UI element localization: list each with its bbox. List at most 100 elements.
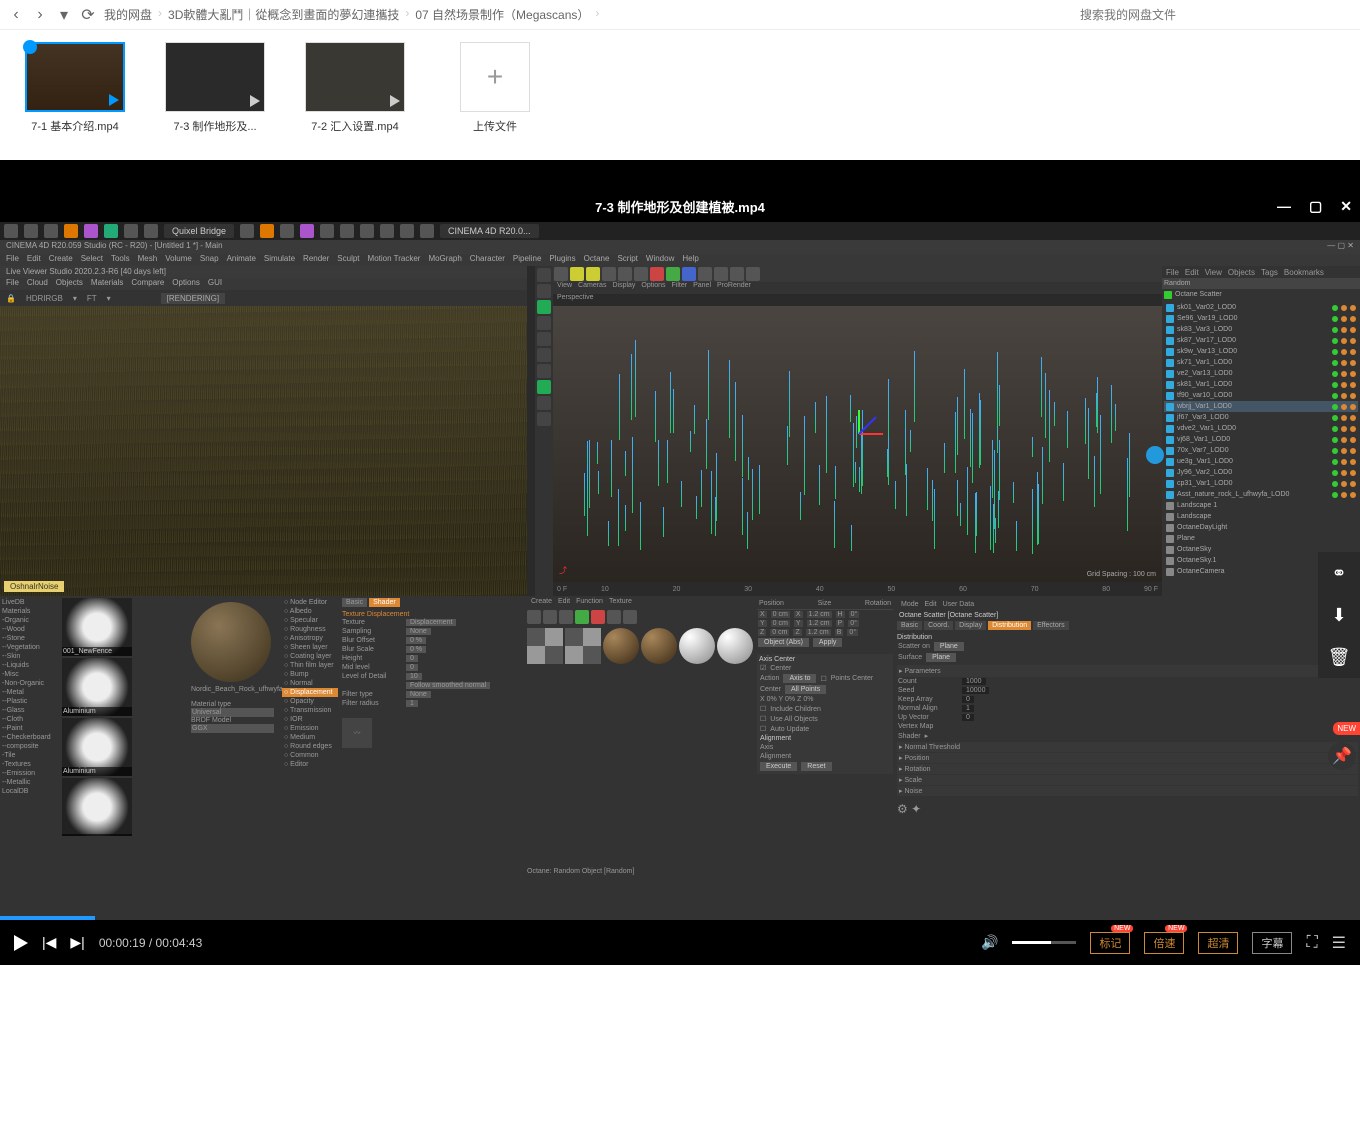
c3d-btn[interactable] [634, 267, 648, 281]
tb-icon[interactable] [380, 224, 394, 238]
menu-item[interactable]: MoGraph [428, 254, 461, 266]
nav-dropdown[interactable]: ▾ [56, 7, 72, 23]
c3d-btn[interactable] [554, 267, 568, 281]
lib-tree-item[interactable]: Materials [2, 607, 58, 616]
nav-back[interactable]: ‹ [8, 7, 24, 23]
lib-tree-item[interactable]: --Checkerboard [2, 733, 58, 742]
file-card[interactable]: 7-2 汇入设置.mp4 [300, 42, 410, 148]
menu-item[interactable]: Volume [165, 254, 192, 266]
object-item[interactable]: sk87_Var17_LOD0 [1164, 335, 1358, 346]
object-item[interactable]: ue3g_Var1_LOD0 [1164, 456, 1358, 467]
tb-icon[interactable] [124, 224, 138, 238]
obj-random[interactable]: Random [1164, 280, 1190, 287]
object-item[interactable]: sk81_Var1_LOD0 [1164, 379, 1358, 390]
execute-button[interactable]: Execute [760, 762, 797, 771]
reset-button[interactable]: Reset [801, 762, 831, 771]
tb-icon[interactable] [340, 224, 354, 238]
lib-thumb[interactable] [62, 778, 132, 836]
render-viewport[interactable]: OshnalrNoise [0, 306, 527, 596]
menu-item[interactable]: Help [682, 254, 698, 266]
axis-center-sel[interactable]: All Points [785, 685, 826, 694]
delete-button[interactable]: 🗑 [1318, 636, 1360, 678]
sc-btn[interactable] [527, 610, 541, 624]
menu-item[interactable]: Texture [609, 598, 632, 610]
tool-btn[interactable] [537, 380, 551, 394]
lib-tree-item[interactable]: -Non-Organic [2, 679, 58, 688]
close-button[interactable]: ✕ [1340, 198, 1352, 215]
object-mode[interactable]: Object (Abs) [758, 638, 809, 647]
c3d-btn[interactable] [618, 267, 632, 281]
tb-icon[interactable] [300, 224, 314, 238]
lib-tree-item[interactable]: -Tile [2, 751, 58, 760]
volume-slider[interactable] [1012, 941, 1076, 944]
menu-item[interactable]: Bookmarks [1284, 268, 1324, 277]
scatter-on[interactable]: Plane [934, 642, 964, 651]
mat-tree-item[interactable]: ○ Emission [282, 724, 338, 733]
tool-btn[interactable] [537, 316, 551, 330]
sc-btn[interactable] [543, 610, 557, 624]
object-item[interactable]: sk01_Var02_LOD0 [1164, 302, 1358, 313]
sc-group[interactable]: ▸ Normal Threshold [897, 742, 1358, 752]
next-button[interactable]: ▶| [70, 934, 84, 951]
menu-item[interactable]: Simulate [264, 254, 295, 266]
file-card[interactable]: 7-1 基本介绍.mp4 [20, 42, 130, 148]
menu-item[interactable]: Materials [91, 278, 123, 290]
menu-item[interactable]: Edit [558, 598, 570, 610]
object-item[interactable]: Landscape [1164, 511, 1358, 522]
menu-item[interactable]: Objects [56, 278, 83, 290]
file-card[interactable]: 7-3 制作地形及... [160, 42, 270, 148]
mat-tree-item[interactable]: ○ Albedo [282, 607, 338, 616]
mat-slot[interactable] [565, 628, 601, 664]
menu-item[interactable]: Mode [901, 601, 919, 608]
lib-tree[interactable]: LiveDBMaterials-Organic--Wood--Stone--Ve… [0, 596, 60, 916]
play-button[interactable] [14, 935, 28, 951]
share-button[interactable]: ⚭ [1318, 552, 1360, 594]
menu-item[interactable]: GUI [208, 278, 222, 290]
menu-item[interactable]: Create [49, 254, 73, 266]
c3d-btn[interactable] [570, 267, 584, 281]
c3d-btn[interactable] [746, 267, 760, 281]
tool-btn[interactable] [537, 396, 551, 410]
menu-item[interactable]: Options [641, 282, 665, 294]
mat-slot[interactable] [679, 628, 715, 664]
menu-item[interactable]: Options [172, 278, 200, 290]
video-progress[interactable] [0, 916, 1360, 920]
lib-tree-item[interactable]: LocalDB [2, 787, 58, 796]
taskbar-app[interactable]: CINEMA 4D R20.0... [440, 224, 539, 238]
mark-button[interactable]: 标记NEW [1090, 932, 1130, 954]
noise-chip[interactable]: OshnalrNoise [4, 581, 64, 592]
menu-item[interactable]: Cameras [578, 282, 606, 294]
apply-button[interactable]: Apply [813, 638, 843, 647]
ft-label[interactable]: FT [87, 294, 97, 303]
mat-tree-item[interactable]: ○ Round edges [282, 742, 338, 751]
object-item[interactable]: ve2_Var13_LOD0 [1164, 368, 1358, 379]
menu-item[interactable]: View [1205, 268, 1222, 277]
object-item[interactable]: vdve2_Var1_LOD0 [1164, 423, 1358, 434]
object-item[interactable]: vj68_Var1_LOD0 [1164, 434, 1358, 445]
axis-action[interactable]: Axis to [783, 674, 816, 683]
menu-item[interactable]: Mesh [138, 254, 158, 266]
mat-tree-item[interactable]: ○ Displacement [282, 688, 338, 697]
sc-btn[interactable] [607, 610, 621, 624]
mat-tree-item[interactable]: ○ Coating layer [282, 652, 338, 661]
mat-tree-item[interactable]: ○ Sheen layer [282, 643, 338, 652]
sc-tab[interactable]: Effectors [1033, 621, 1069, 630]
taskbar-app[interactable]: Quixel Bridge [164, 224, 234, 238]
breadcrumb-item[interactable]: 3D軟體大亂鬥｜從概念到畫面的夢幻連攜技 [168, 6, 399, 23]
menu-item[interactable]: User Data [943, 601, 975, 608]
sc-tab[interactable]: Display [955, 621, 986, 630]
tool-btn[interactable] [537, 268, 551, 282]
minimize-button[interactable]: — [1277, 198, 1291, 215]
menu-item[interactable]: File [6, 254, 19, 266]
menu-item[interactable]: Motion Tracker [368, 254, 421, 266]
c3d-btn[interactable] [730, 267, 744, 281]
prev-button[interactable]: |◀ [42, 934, 56, 951]
lib-tree-item[interactable]: --composite [2, 742, 58, 751]
playlist-button[interactable]: ☰ [1332, 933, 1346, 953]
volume-icon[interactable]: 🔊 [981, 934, 998, 951]
menu-item[interactable]: Panel [693, 282, 711, 294]
material-tree[interactable]: ○ Node Editor○ Albedo○ Specular○ Roughne… [280, 596, 340, 916]
tb-icon[interactable] [400, 224, 414, 238]
z-axis-btn[interactable] [682, 267, 696, 281]
menu-item[interactable]: File [1166, 268, 1179, 277]
